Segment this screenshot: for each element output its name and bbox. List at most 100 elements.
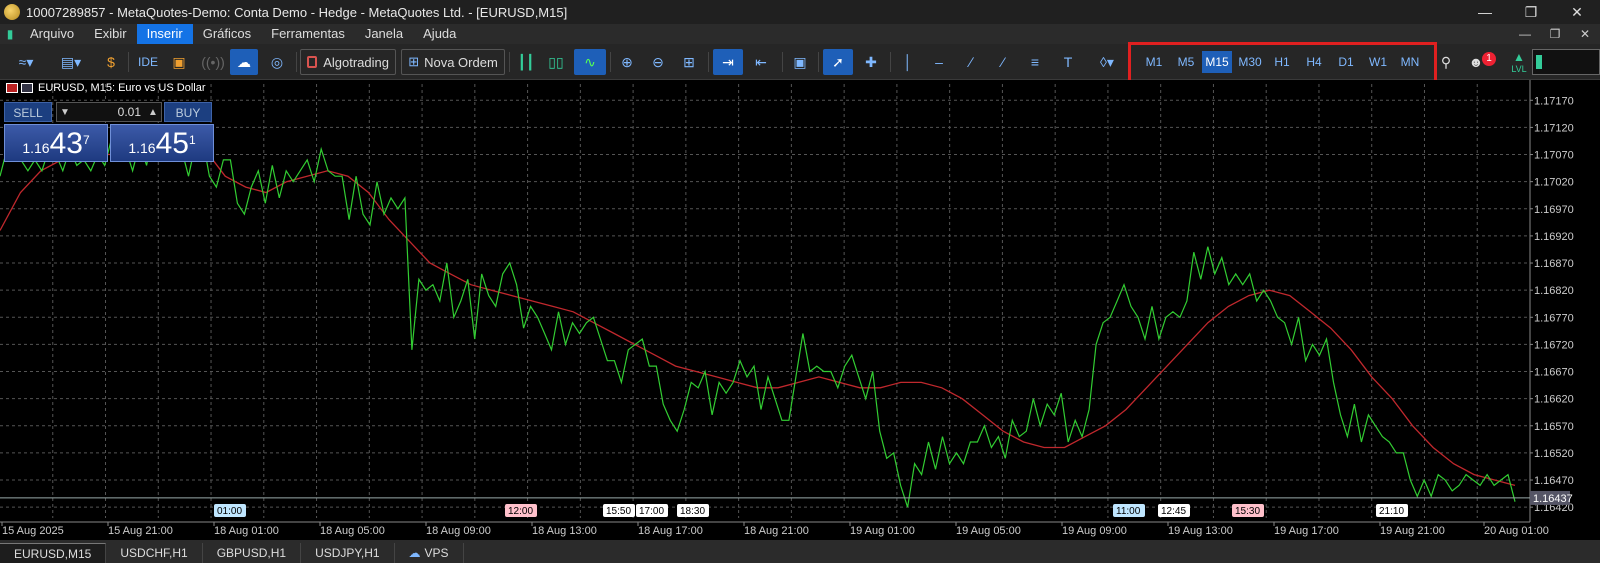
x-tick-label: 18 Aug 17:00 — [638, 525, 703, 537]
tab-gbpusd-h1[interactable]: GBPUSD,H1 — [203, 543, 302, 563]
lot-size-stepper[interactable]: ▼ 0.01 ▲ — [56, 102, 162, 122]
menu-ajuda[interactable]: Ajuda — [413, 24, 466, 44]
zoom-out-icon[interactable]: ⊖ — [645, 49, 671, 75]
app-logo-icon — [4, 4, 20, 20]
x-tick-label: 18 Aug 05:00 — [320, 525, 385, 537]
menu-graficos[interactable]: Gráficos — [193, 24, 261, 44]
screenshot-icon[interactable]: ▣ — [787, 49, 813, 75]
candlestick-icon[interactable]: ▯▯ — [544, 49, 568, 75]
search-icon[interactable]: ⚲ — [1436, 49, 1456, 75]
vertical-line-icon[interactable]: │ — [895, 49, 921, 75]
cursor-icon[interactable]: ➚ — [823, 49, 853, 75]
time-marker-label: 21:10 — [1379, 506, 1404, 517]
tab-vps[interactable]: ☁ VPS — [395, 543, 464, 563]
timeframe-m15[interactable]: M15 — [1202, 51, 1232, 73]
chart-restore-button[interactable]: ❐ — [1540, 24, 1570, 44]
timeframe-m1[interactable]: M1 — [1139, 51, 1169, 73]
channel-icon[interactable]: ⁄ — [990, 49, 1016, 75]
y-tick-label: 1.16620 — [1534, 394, 1574, 406]
new-order-button[interactable]: ⊞ Nova Ordem — [401, 49, 505, 75]
time-marker-label: 15:30 — [1235, 506, 1260, 517]
bar-chart-icon[interactable]: ┃┃ — [514, 49, 538, 75]
shapes-icon[interactable]: ◊▾ — [1088, 49, 1126, 75]
trendline-icon[interactable]: ∕ — [958, 49, 984, 75]
tab-usdjpy-h1[interactable]: USDJPY,H1 — [301, 543, 395, 563]
timeframe-d1[interactable]: D1 — [1331, 51, 1361, 73]
chart-area[interactable]: 1.17170 1.17120 1.17070 1.17020 1.16970 1.169… — [0, 80, 1600, 540]
chevron-down-icon[interactable]: ▼ — [57, 107, 73, 118]
cloud-icon[interactable]: ☁ — [230, 49, 258, 75]
sell-price-box[interactable]: 1.16437 — [4, 124, 108, 162]
y-tick-label: 1.16920 — [1534, 231, 1574, 243]
x-tick-label: 15 Aug 21:00 — [108, 525, 173, 537]
menu-arquivo[interactable]: Arquivo — [20, 24, 84, 44]
dollar-icon[interactable]: $ — [100, 49, 122, 75]
buy-button[interactable]: BUY — [164, 102, 212, 122]
signal-strength-icon[interactable]: ▲ LVL — [1508, 49, 1530, 75]
fibonacci-icon[interactable]: ≡ — [1022, 49, 1048, 75]
menu-janela[interactable]: Janela — [355, 24, 413, 44]
y-tick-label: 1.16470 — [1534, 475, 1574, 487]
chart-minimize-button[interactable]: — — [1510, 24, 1540, 44]
minimize-button[interactable]: — — [1462, 0, 1508, 24]
grid-icon[interactable]: ⊞ — [676, 49, 702, 75]
y-tick-label: 1.16870 — [1534, 258, 1574, 270]
menu-inserir[interactable]: Inserir — [136, 24, 193, 44]
moving-average-line — [0, 143, 1516, 487]
timeframe-m30[interactable]: M30 — [1235, 51, 1265, 73]
timeframe-mn[interactable]: MN — [1395, 51, 1425, 73]
x-tick-label: 19 Aug 21:00 — [1380, 525, 1445, 537]
x-tick-label: 18 Aug 13:00 — [532, 525, 597, 537]
buy-price-big: 45 — [155, 127, 189, 160]
crosshair-icon[interactable]: ✚ — [858, 49, 884, 75]
vps-cloud-icon: ☁ — [408, 546, 421, 560]
tab-eurusd-m15[interactable]: EURUSD,M15 — [0, 543, 107, 563]
y-tick-label: 1.16520 — [1534, 448, 1574, 460]
timeframe-h1[interactable]: H1 — [1267, 51, 1297, 73]
tab-usdchf-h1[interactable]: USDCHF,H1 — [106, 543, 203, 563]
autoscroll-icon[interactable]: ⇥ — [713, 49, 743, 75]
menu-exibir[interactable]: Exibir — [84, 24, 137, 44]
x-tick-label: 18 Aug 09:00 — [426, 525, 491, 537]
chart-close-button[interactable]: ✕ — [1570, 24, 1600, 44]
maximize-button[interactable]: ❐ — [1508, 0, 1554, 24]
current-price-label: 1.16437 — [1533, 493, 1573, 505]
signal-icon[interactable]: ((•)) — [200, 49, 226, 75]
timeframe-m5[interactable]: M5 — [1171, 51, 1201, 73]
x-tick-label: 19 Aug 17:00 — [1274, 525, 1339, 537]
buy-price-point: 1 — [188, 133, 196, 147]
line-chart-icon[interactable]: ≈▾ — [8, 49, 44, 75]
globe-plus-icon[interactable]: ◎ — [264, 49, 290, 75]
chevron-up-icon[interactable]: ▲ — [145, 107, 161, 118]
sell-price-big: 43 — [49, 127, 83, 160]
zoom-in-icon[interactable]: ⊕ — [614, 49, 640, 75]
chart-window-icon[interactable]: ▮ — [0, 24, 20, 44]
price-chart[interactable]: 1.17170 1.17120 1.17070 1.17020 1.16970 1.169… — [0, 80, 1600, 540]
x-tick-label: 15 Aug 2025 — [2, 525, 64, 537]
time-marker-label: 01:00 — [217, 506, 242, 517]
y-tick-label: 1.17170 — [1534, 95, 1574, 107]
buy-price-prefix: 1.16 — [128, 140, 156, 156]
timeframe-h4[interactable]: H4 — [1299, 51, 1329, 73]
market-bag-icon[interactable]: ▣ — [168, 49, 190, 75]
line-icon[interactable]: ∿ — [574, 49, 606, 75]
toolbar: ≈▾ ▤▾ $ IDE ▣ ((•)) ☁ ◎ Algotrading ⊞ Nov… — [0, 44, 1600, 80]
ide-icon[interactable]: IDE — [134, 49, 162, 75]
lot-size-value[interactable]: 0.01 — [73, 105, 145, 119]
timeframe-w1[interactable]: W1 — [1363, 51, 1393, 73]
indicators-icon[interactable]: ▤▾ — [52, 49, 90, 75]
eu-flag-icon — [6, 83, 18, 93]
x-tick-label: 19 Aug 09:00 — [1062, 525, 1127, 537]
chart-shift-icon[interactable]: ⇤ — [746, 49, 776, 75]
menu-ferramentas[interactable]: Ferramentas — [261, 24, 355, 44]
text-icon[interactable]: T — [1055, 49, 1081, 75]
horizontal-line-icon[interactable]: – — [926, 49, 952, 75]
menu-bar: ▮ Arquivo Exibir Inserir Gráficos Ferram… — [0, 24, 1600, 44]
buy-price-box[interactable]: 1.16451 — [110, 124, 214, 162]
chart-tabs: EURUSD,M15 USDCHF,H1 GBPUSD,H1 USDJPY,H1… — [0, 540, 1600, 563]
close-button[interactable]: ✕ — [1554, 0, 1600, 24]
notification-badge: 1 — [1482, 52, 1496, 66]
signal-label: LVL — [1511, 64, 1527, 74]
algotrading-button[interactable]: Algotrading — [300, 49, 396, 75]
sell-button[interactable]: SELL — [4, 102, 52, 122]
